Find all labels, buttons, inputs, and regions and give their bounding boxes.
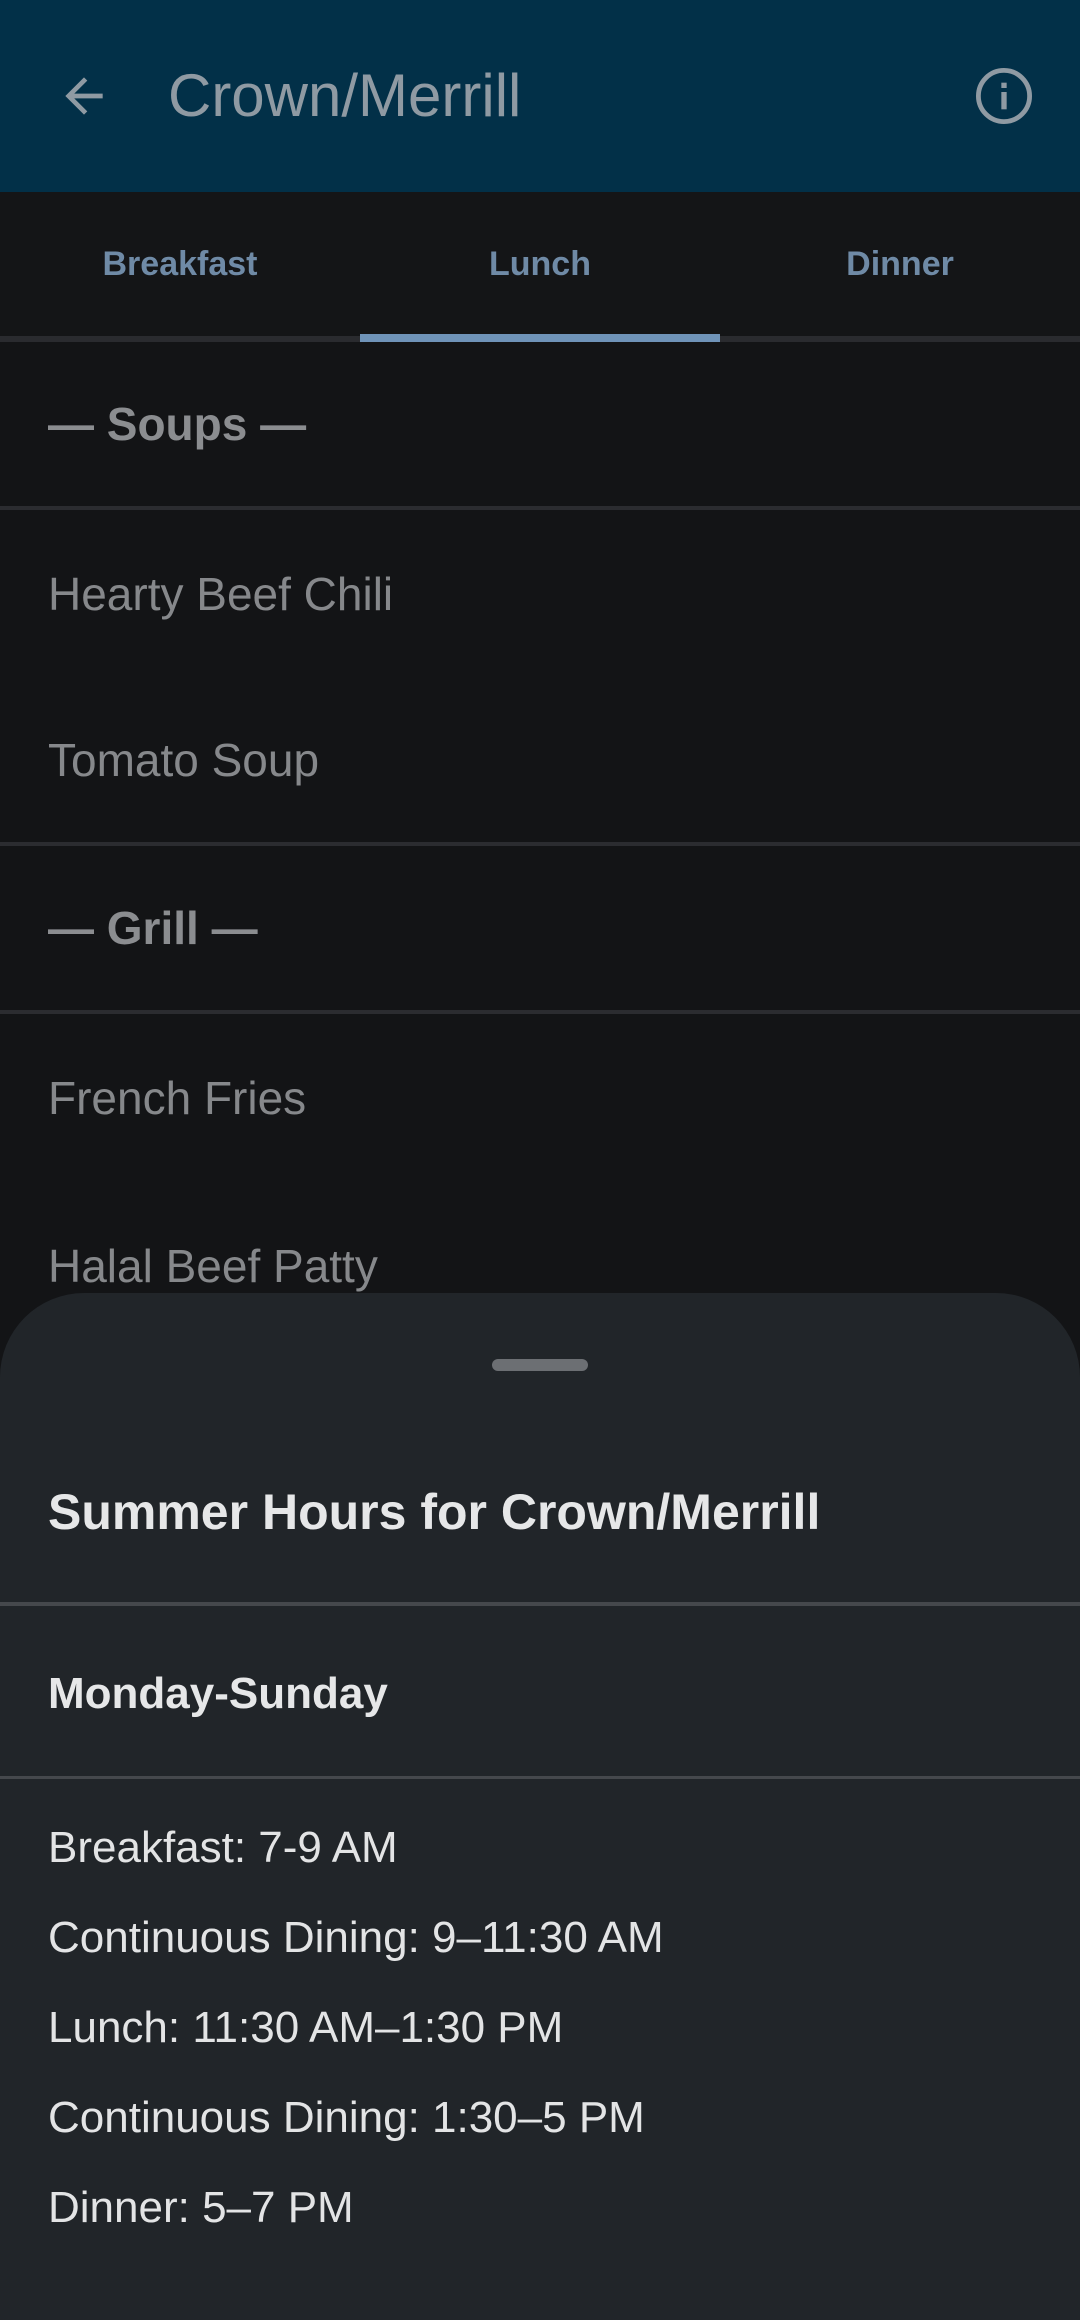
hours-bottom-sheet: Summer Hours for Crown/Merrill Monday-Su… [0, 1293, 1080, 2320]
list-item[interactable]: Tomato Soup [0, 678, 1080, 846]
meal-tabs: Breakfast Lunch Dinner [0, 192, 1080, 342]
drag-handle[interactable] [492, 1359, 588, 1371]
list-item[interactable]: Hearty Beef Chili [0, 510, 1080, 678]
tab-dinner[interactable]: Dinner [720, 192, 1080, 336]
arrow-left-icon [65, 77, 103, 115]
tab-label: Breakfast [102, 244, 258, 283]
hours-item: Lunch: 11:30 AM–1:30 PM [48, 2003, 564, 2052]
hours-item: Continuous Dining: 9–11:30 AM [48, 1913, 664, 1962]
section-header-grill: — Grill — [0, 846, 1080, 1014]
hours-item: Breakfast: 7-9 AM [48, 1823, 398, 1872]
menu-list: — Soups — Hearty Beef Chili Tomato Soup … [0, 342, 1080, 1350]
tab-label: Dinner [846, 244, 954, 283]
section-header-soups: — Soups — [0, 342, 1080, 510]
back-button[interactable] [44, 56, 124, 136]
info-circle-icon [975, 67, 1033, 125]
page-title: Crown/Merrill [168, 62, 522, 129]
tab-breakfast[interactable]: Breakfast [0, 192, 360, 336]
info-button[interactable] [964, 56, 1044, 136]
list-item[interactable]: French Fries [0, 1014, 1080, 1182]
sheet-title: Summer Hours for Crown/Merrill [48, 1484, 821, 1540]
divider [0, 1776, 1080, 1779]
divider [0, 1602, 1080, 1606]
tab-label: Lunch [489, 244, 591, 283]
selected-tab-indicator [360, 334, 720, 342]
hours-list: Breakfast: 7-9 AM Continuous Dining: 9–1… [48, 1803, 664, 2253]
app-root: Crown/Merrill Breakfast Lunch Dinner — S… [0, 0, 1080, 2320]
app-bar: Crown/Merrill [0, 0, 1080, 192]
hours-item: Continuous Dining: 1:30–5 PM [48, 2093, 645, 2142]
days-heading: Monday-Sunday [48, 1669, 388, 1718]
tab-lunch[interactable]: Lunch [360, 192, 720, 342]
hours-item: Dinner: 5–7 PM [48, 2183, 354, 2232]
